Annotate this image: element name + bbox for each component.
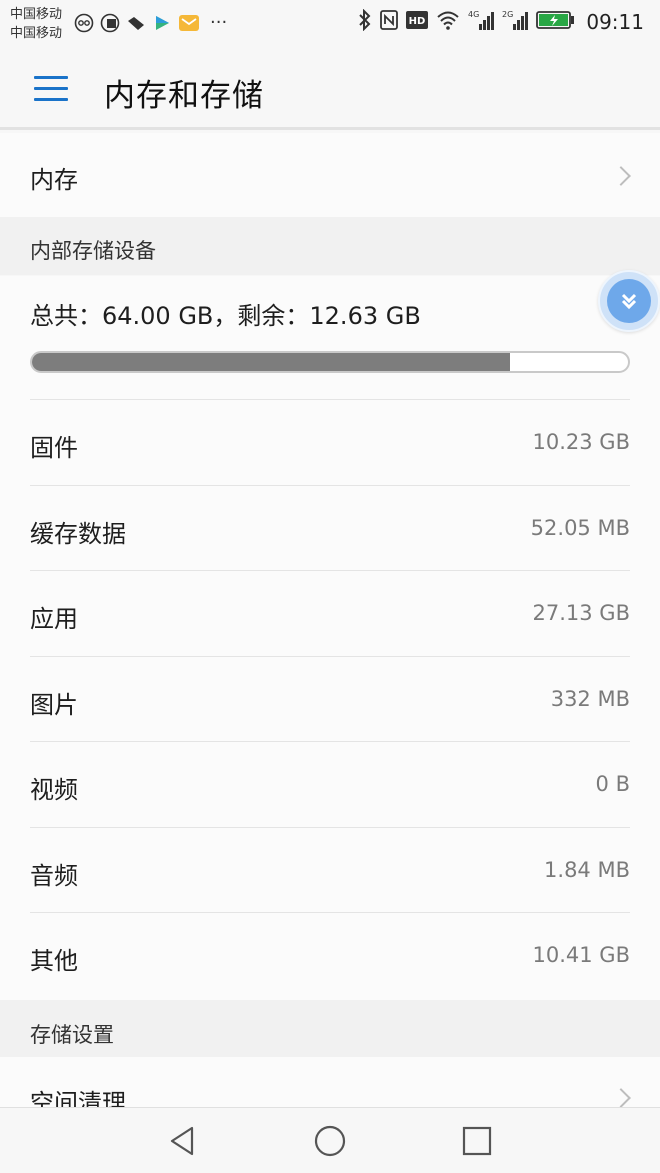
storage-category-row[interactable]: 缓存数据 52.05 MB bbox=[30, 484, 630, 570]
svg-text:HD: HD bbox=[409, 16, 426, 27]
storage-category-row[interactable]: 音频 1.84 MB bbox=[30, 826, 630, 912]
chevron-right-icon bbox=[611, 1088, 631, 1107]
notification-icons: ··· bbox=[74, 12, 227, 34]
nfc-icon bbox=[380, 10, 399, 34]
status-bar: 中国移动 中国移动 ··· HD 4G 2G 09:11 bbox=[0, 0, 660, 48]
storage-category-row[interactable]: 固件 10.23 GB bbox=[30, 399, 630, 484]
circle-home-icon[interactable] bbox=[313, 1124, 347, 1158]
category-label: 缓存数据 bbox=[30, 519, 126, 548]
category-size: 10.41 GB bbox=[532, 943, 630, 967]
floating-assist-icon bbox=[607, 279, 651, 323]
page-title: 内存和存储 bbox=[104, 78, 264, 114]
mail-app-icon bbox=[178, 13, 200, 33]
triangle-back-icon[interactable] bbox=[166, 1124, 200, 1158]
carrier-2: 中国移动 bbox=[10, 26, 63, 41]
square-recent-icon[interactable] bbox=[460, 1124, 494, 1158]
browser-app-icon bbox=[100, 13, 120, 33]
more-notifications-icon: ··· bbox=[210, 12, 228, 33]
category-size: 0 B bbox=[595, 772, 630, 796]
hamburger-icon[interactable] bbox=[34, 76, 68, 102]
bluetooth-icon bbox=[358, 8, 372, 35]
maps-app-icon bbox=[126, 13, 146, 33]
signal-4g-icon: 4G bbox=[468, 9, 495, 35]
category-label: 图片 bbox=[30, 690, 78, 719]
space-cleanup-label: 空间清理 bbox=[30, 1089, 126, 1107]
battery-charging-icon bbox=[536, 11, 575, 33]
category-size: 27.13 GB bbox=[532, 601, 630, 625]
storage-usage-fill bbox=[32, 353, 511, 371]
category-size: 332 MB bbox=[550, 686, 630, 711]
section-header-internal-storage: 内部存储设备 bbox=[0, 217, 660, 275]
category-size: 52.05 MB bbox=[530, 515, 630, 540]
navigation-bar bbox=[0, 1107, 660, 1173]
category-label: 视频 bbox=[30, 776, 78, 804]
carrier-labels: 中国移动 中国移动 bbox=[10, 5, 62, 43]
hd-icon: HD bbox=[406, 11, 429, 33]
storage-summary: 总共：64.00 GB，剩余：12.63 GB bbox=[30, 302, 421, 330]
storage-category-row[interactable]: 图片 332 MB bbox=[30, 655, 630, 741]
category-size: 1.84 MB bbox=[544, 857, 630, 882]
floating-assist-button[interactable] bbox=[598, 270, 660, 332]
category-label: 音频 bbox=[30, 861, 78, 890]
internal-storage-panel: 总共：64.00 GB，剩余：12.63 GB 固件 10.23 GB 缓存数据 52… bbox=[0, 276, 660, 1000]
category-label: 其他 bbox=[30, 947, 78, 975]
play-app-icon bbox=[152, 13, 172, 33]
section-title: 内部存储设备 bbox=[30, 239, 156, 263]
glasses-app-icon bbox=[74, 13, 94, 33]
section-header-storage-settings: 存储设置 bbox=[0, 1000, 660, 1057]
memory-label: 内存 bbox=[30, 166, 78, 194]
signal-2g-icon: 2G bbox=[502, 9, 529, 35]
net-1-label: 4G bbox=[468, 10, 479, 19]
storage-usage-bar bbox=[30, 351, 630, 373]
system-icons: HD 4G 2G 09:11 bbox=[358, 8, 644, 35]
section-title: 存储设置 bbox=[30, 1023, 114, 1047]
storage-category-row[interactable]: 应用 27.13 GB bbox=[30, 570, 630, 655]
carrier-1: 中国移动 bbox=[10, 7, 63, 22]
category-label: 应用 bbox=[30, 605, 78, 633]
wifi-icon bbox=[436, 10, 460, 34]
app-bar: 内存和存储 bbox=[0, 48, 660, 130]
space-cleanup-row[interactable]: 空间清理 bbox=[0, 1057, 660, 1107]
net-2-label: 2G bbox=[502, 10, 513, 19]
chevron-right-icon bbox=[611, 166, 631, 186]
memory-row[interactable]: 内存 bbox=[0, 133, 660, 217]
category-size: 10.23 GB bbox=[532, 430, 630, 454]
storage-category-row[interactable]: 视频 0 B bbox=[30, 741, 630, 826]
clock: 09:11 bbox=[586, 10, 644, 34]
storage-category-row[interactable]: 其他 10.41 GB bbox=[30, 912, 630, 997]
category-label: 固件 bbox=[30, 434, 78, 462]
